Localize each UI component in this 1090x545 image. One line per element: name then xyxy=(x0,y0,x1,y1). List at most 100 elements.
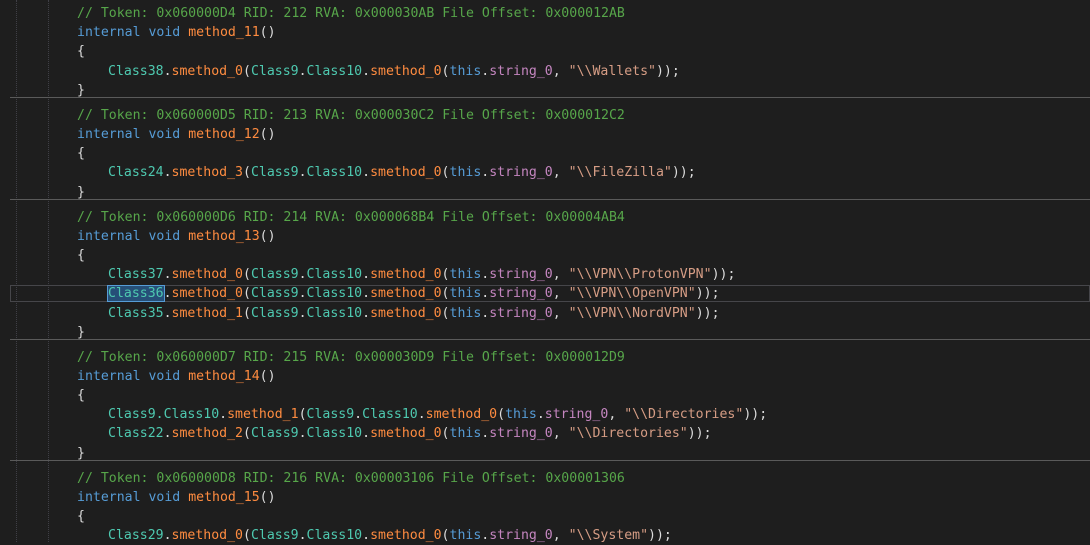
this-keyword: this xyxy=(449,286,482,302)
field-name: string_0 xyxy=(489,63,553,79)
closing: )); xyxy=(648,528,672,544)
method-call: smethod_0 xyxy=(370,63,442,79)
comma: , xyxy=(552,528,569,544)
method-signature[interactable]: internal void method_11() xyxy=(0,23,1090,42)
class-name: Class37 xyxy=(108,267,164,283)
method-name: method_13 xyxy=(188,228,260,244)
code-statement[interactable]: Class36.smethod_0(Class9.Class10.smethod… xyxy=(0,284,1090,303)
code-statement[interactable]: Class24.smethod_3(Class9.Class10.smethod… xyxy=(0,163,1090,182)
class-name: Class9 xyxy=(250,267,299,283)
method-signature[interactable]: internal void method_14() xyxy=(0,367,1090,386)
open-brace: { xyxy=(77,509,85,525)
string-literal: "\\VPN\\OpenVPN" xyxy=(568,286,696,302)
dot: . xyxy=(163,528,172,544)
comma: , xyxy=(552,286,569,302)
dot: . xyxy=(362,528,371,544)
method-separator xyxy=(10,459,1090,461)
closing: )); xyxy=(695,286,720,302)
comma: , xyxy=(552,267,569,283)
open-brace-line[interactable]: { xyxy=(0,42,1090,61)
open-brace-line[interactable]: { xyxy=(0,246,1090,265)
method-name: method_12 xyxy=(188,126,260,142)
paren: ( xyxy=(441,305,450,321)
closing: )); xyxy=(711,267,736,283)
dot: . xyxy=(163,286,172,302)
code-statement[interactable]: Class35.smethod_1(Class9.Class10.smethod… xyxy=(0,304,1090,323)
method-separator xyxy=(10,97,1090,98)
this-keyword: this xyxy=(449,426,482,442)
paren: ( xyxy=(441,528,450,544)
method-call: smethod_0 xyxy=(370,305,442,321)
code-statement[interactable]: Class29.smethod_0(Class9.Class10.smethod… xyxy=(0,526,1090,545)
method-separator xyxy=(10,198,1090,200)
code-statement[interactable]: Class9.Class10.smethod_1(Class9.Class10.… xyxy=(0,405,1090,424)
class-name: Class10 xyxy=(306,305,363,321)
method-signature[interactable]: internal void method_13() xyxy=(0,227,1090,246)
code-comment: // Token: 0x060000D6 RID: 214 RVA: 0x000… xyxy=(77,209,625,225)
paren: ( xyxy=(441,426,450,442)
class-name: Class10 xyxy=(306,63,363,79)
class-name: Class10 xyxy=(306,267,363,283)
method-call: smethod_3 xyxy=(171,165,243,181)
this-keyword: this xyxy=(449,165,482,181)
closing: )); xyxy=(687,426,712,442)
paren: ( xyxy=(441,63,450,79)
dot: . xyxy=(362,305,371,321)
close-brace: } xyxy=(77,82,85,98)
code-comment: // Token: 0x060000D5 RID: 213 RVA: 0x000… xyxy=(77,107,625,123)
open-brace-line[interactable]: { xyxy=(0,507,1090,526)
keyword-return-type: void xyxy=(148,126,181,142)
code-editor[interactable]: // Token: 0x060000D4 RID: 212 RVA: 0x000… xyxy=(0,0,1090,545)
class-name: Class9 xyxy=(250,305,299,321)
code-statement[interactable]: Class22.smethod_2(Class9.Class10.smethod… xyxy=(0,424,1090,443)
code-statement[interactable]: Class38.smethod_0(Class9.Class10.smethod… xyxy=(0,62,1090,81)
method-call: smethod_0 xyxy=(370,267,442,283)
code-comment: // Token: 0x060000D8 RID: 216 RVA: 0x000… xyxy=(77,470,625,486)
method-call: smethod_0 xyxy=(171,267,243,283)
comment-line[interactable]: // Token: 0x060000D5 RID: 213 RVA: 0x000… xyxy=(0,106,1090,125)
comment-line[interactable]: // Token: 0x060000D6 RID: 214 RVA: 0x000… xyxy=(0,208,1090,227)
dot: . xyxy=(298,63,307,79)
method-call: smethod_0 xyxy=(370,426,442,442)
open-brace-line[interactable]: { xyxy=(0,144,1090,163)
this-keyword: this xyxy=(505,407,537,423)
comment-line[interactable]: // Token: 0x060000D8 RID: 216 RVA: 0x000… xyxy=(0,469,1090,488)
dot: . xyxy=(298,286,307,302)
comment-line[interactable]: // Token: 0x060000D7 RID: 215 RVA: 0x000… xyxy=(0,348,1090,367)
parens: () xyxy=(259,126,276,142)
dot: . xyxy=(298,267,307,283)
parens: () xyxy=(259,489,276,505)
keyword-return-type: void xyxy=(148,368,181,384)
open-brace-line[interactable]: { xyxy=(0,386,1090,405)
class-name: Class10 xyxy=(362,407,418,423)
code-statement[interactable]: Class37.smethod_0(Class9.Class10.smethod… xyxy=(0,265,1090,284)
dot: . xyxy=(362,267,371,283)
dot: . xyxy=(362,63,371,79)
code-comment: // Token: 0x060000D7 RID: 215 RVA: 0x000… xyxy=(77,349,625,365)
paren: ( xyxy=(243,165,251,181)
method-signature[interactable]: internal void method_15() xyxy=(0,488,1090,507)
field-name: string_0 xyxy=(489,426,553,442)
parens: () xyxy=(259,368,276,384)
class-name: Class10 xyxy=(306,165,363,181)
field-name: string_0 xyxy=(489,267,553,283)
paren: ( xyxy=(243,426,251,442)
dot: . xyxy=(536,407,545,423)
dot: . xyxy=(298,426,307,442)
method-name: method_14 xyxy=(188,368,260,384)
paren: ( xyxy=(298,407,307,423)
method-call: smethod_0 xyxy=(171,63,243,79)
open-brace: { xyxy=(77,388,85,404)
paren: ( xyxy=(441,165,450,181)
class-name: Class10 xyxy=(306,528,363,544)
field-name: string_0 xyxy=(489,165,553,181)
field-name: string_0 xyxy=(489,286,553,302)
this-keyword: this xyxy=(449,63,482,79)
close-brace: } xyxy=(77,445,85,461)
method-signature[interactable]: internal void method_12() xyxy=(0,125,1090,144)
parens: () xyxy=(259,228,276,244)
paren: ( xyxy=(243,63,251,79)
class-name: Class9 xyxy=(250,286,299,302)
comment-line[interactable]: // Token: 0x060000D4 RID: 212 RVA: 0x000… xyxy=(0,4,1090,23)
dot: . xyxy=(219,407,228,423)
